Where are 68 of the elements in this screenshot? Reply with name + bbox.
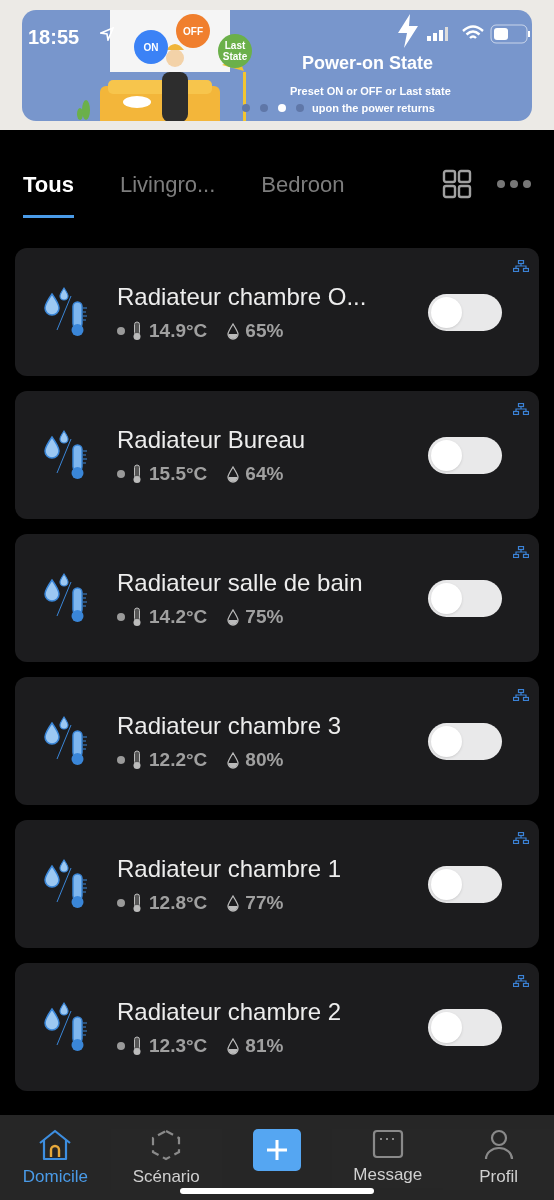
- profile-icon: [483, 1129, 514, 1161]
- hub-icon: [513, 546, 529, 558]
- device-card[interactable]: Radiateur chambre O... 14.9°C 65%: [15, 248, 539, 376]
- device-card[interactable]: Radiateur salle de bain 14.2°C 75%: [15, 534, 539, 662]
- device-name: Radiateur chambre 3: [117, 710, 342, 741]
- add-button[interactable]: [253, 1129, 301, 1171]
- hub-icon: [513, 403, 529, 415]
- device-card[interactable]: Radiateur chambre 2 12.3°C 81%: [15, 963, 539, 1091]
- thermometer-icon: [131, 321, 143, 341]
- device-card[interactable]: Radiateur chambre 1 12.8°C 77%: [15, 820, 539, 948]
- signal-icon: [427, 27, 449, 43]
- thermometer-icon: [131, 1036, 143, 1056]
- device-name: Radiateur Bureau: [117, 424, 306, 455]
- droplet-icon: [227, 465, 240, 483]
- humidity-reading: 64%: [245, 461, 284, 486]
- hub-icon: [513, 975, 529, 987]
- grid-icon[interactable]: [442, 169, 472, 199]
- device-card[interactable]: Radiateur chambre 3 12.2°C 80%: [15, 677, 539, 805]
- temperature-reading: 14.2°C: [149, 604, 208, 629]
- lightning-icon: [396, 14, 420, 48]
- tab[interactable]: Bedroon: [261, 168, 345, 218]
- home-icon: [38, 1129, 73, 1161]
- message-icon: [371, 1129, 404, 1159]
- hub-icon: [513, 689, 529, 701]
- droplet-icon: [227, 322, 240, 340]
- toggle-switch[interactable]: [428, 722, 502, 760]
- toggle-switch[interactable]: [428, 293, 502, 331]
- droplet-icon: [227, 894, 240, 912]
- hexagon-icon: [151, 1129, 182, 1161]
- thermometer-icon: [131, 750, 143, 770]
- device-name: Radiateur chambre 2: [117, 996, 342, 1027]
- temperature-reading: 14.9°C: [149, 318, 208, 343]
- banner-text: Preset ON or OFF or Last state: [290, 84, 451, 99]
- toggle-switch[interactable]: [428, 579, 502, 617]
- thermometer-icon: [131, 607, 143, 627]
- device-name: Radiateur salle de bain: [117, 567, 363, 598]
- location-icon: [100, 27, 114, 41]
- thermometer-icon: [131, 464, 143, 484]
- humidity-reading: 77%: [245, 890, 284, 915]
- droplet-icon: [227, 1037, 240, 1055]
- droplet-icon: [227, 751, 240, 769]
- device-name: Radiateur chambre 1: [117, 853, 342, 884]
- device-name: Radiateur chambre O...: [117, 281, 367, 312]
- toggle-switch[interactable]: [428, 865, 502, 903]
- hub-icon: [513, 260, 529, 272]
- humidity-reading: 80%: [245, 747, 284, 772]
- tab[interactable]: Livingro...: [119, 168, 216, 218]
- temperature-reading: 12.2°C: [149, 747, 208, 772]
- humidity-reading: 81%: [245, 1033, 284, 1058]
- thermometer-icon: [131, 893, 143, 913]
- status-time: 18:55: [28, 25, 80, 50]
- humidity-reading: 75%: [245, 604, 284, 629]
- banner-text: upon the power returns: [312, 101, 435, 116]
- humidity-reading: 65%: [245, 318, 284, 343]
- plus-icon: [265, 1138, 289, 1162]
- device-card[interactable]: Radiateur Bureau 15.5°C 64%: [15, 391, 539, 519]
- banner-title: Power-on State: [302, 52, 434, 75]
- droplet-icon: [227, 608, 240, 626]
- more-icon[interactable]: [496, 179, 532, 189]
- temperature-reading: 15.5°C: [149, 461, 208, 486]
- hub-icon: [513, 832, 529, 844]
- tab[interactable]: Tous: [23, 168, 74, 218]
- state-bubble: Last State: [218, 34, 252, 68]
- temperature-reading: 12.3°C: [149, 1033, 208, 1058]
- battery-icon: [490, 24, 532, 44]
- temperature-reading: 12.8°C: [149, 890, 208, 915]
- toggle-switch[interactable]: [428, 436, 502, 474]
- toggle-switch[interactable]: [428, 1008, 502, 1046]
